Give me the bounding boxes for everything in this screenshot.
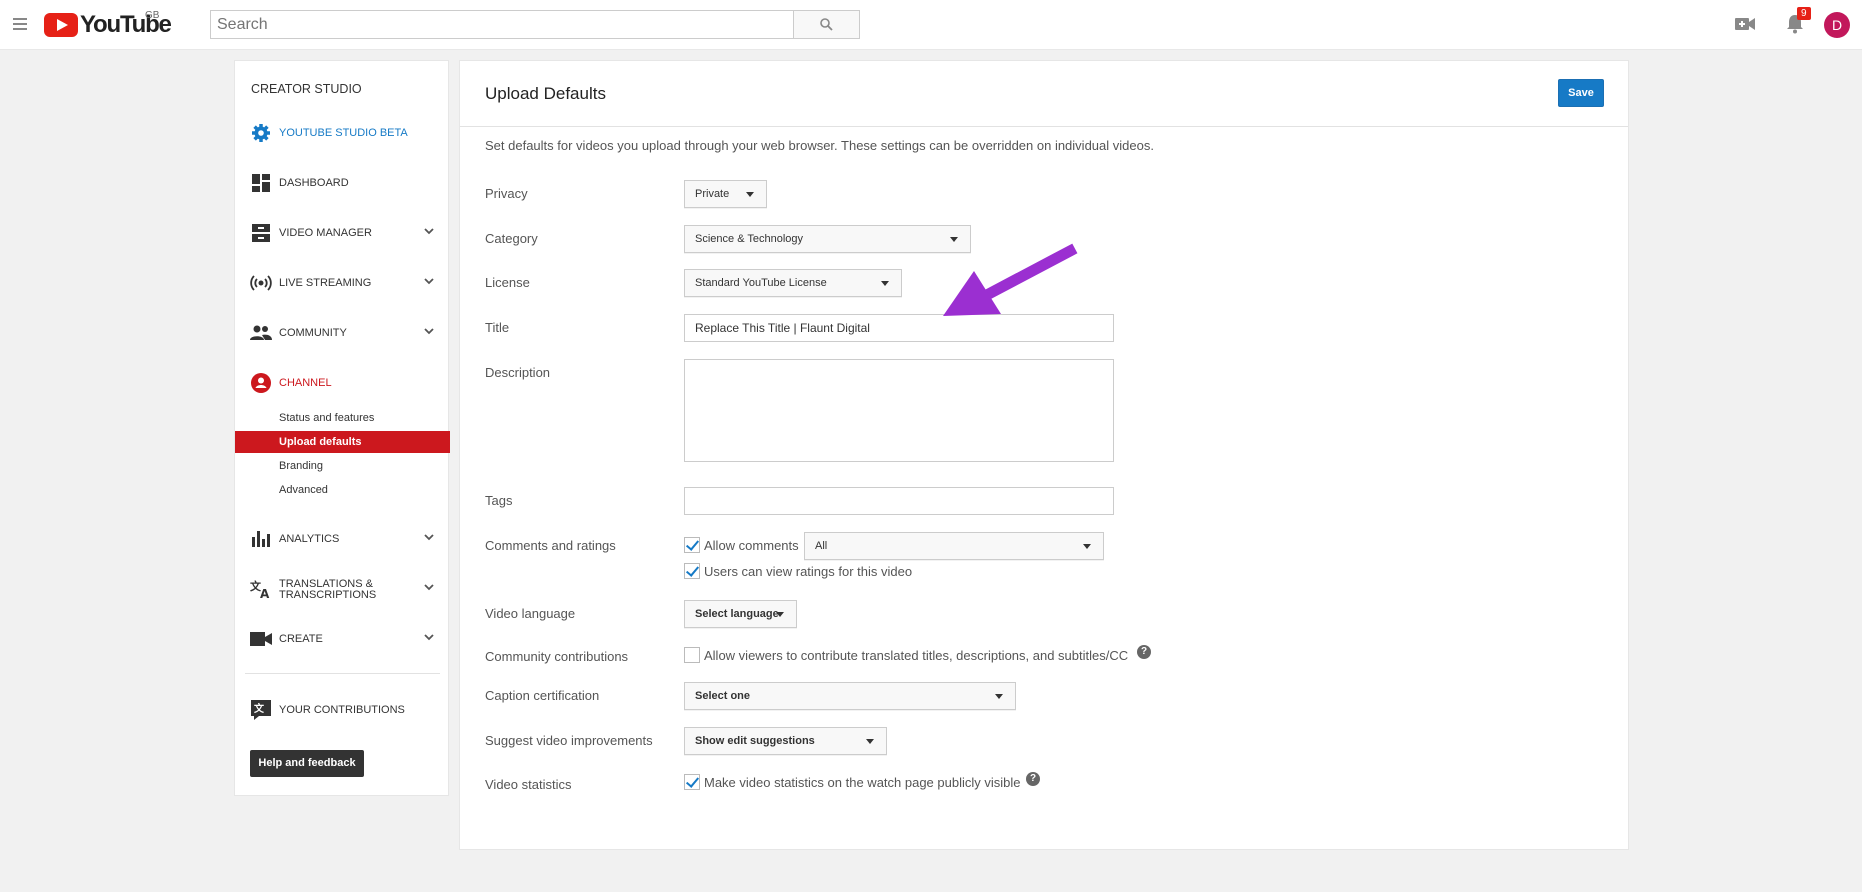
- search-button[interactable]: [793, 10, 860, 39]
- comments-label: Comments and ratings: [485, 538, 616, 553]
- statistics-checkbox[interactable]: [684, 774, 700, 790]
- top-bar: YouTube GB 9 D: [0, 0, 1862, 50]
- license-label: License: [485, 275, 530, 290]
- youtube-play-icon: [44, 13, 78, 37]
- sidebar-item-live-streaming[interactable]: LIVE STREAMING: [235, 268, 450, 298]
- sidebar-item-studio-beta[interactable]: YOUTUBE STUDIO BETA: [235, 118, 450, 148]
- chevron-down-icon[interactable]: [424, 583, 434, 591]
- caption-certification-dropdown[interactable]: Select one: [684, 682, 1016, 710]
- gear-icon: [250, 122, 272, 144]
- dashboard-icon: [250, 172, 272, 194]
- category-dropdown[interactable]: Science & Technology: [684, 225, 971, 253]
- license-dropdown[interactable]: Standard YouTube License: [684, 269, 902, 297]
- live-streaming-icon: [250, 272, 272, 294]
- suggest-improvements-dropdown[interactable]: Show edit suggestions: [684, 727, 887, 755]
- statistics-text: Make video statistics on the watch page …: [704, 775, 1021, 790]
- sidebar-item-create[interactable]: CREATE: [235, 624, 450, 654]
- help-icon[interactable]: ?: [1026, 772, 1040, 786]
- upload-defaults-panel: Upload Defaults Save Set defaults for vi…: [459, 60, 1629, 850]
- help-and-feedback-button[interactable]: Help and feedback: [250, 750, 364, 777]
- description-label: Description: [485, 365, 551, 380]
- chevron-down-icon[interactable]: [424, 533, 434, 541]
- chevron-down-icon[interactable]: [424, 327, 434, 335]
- video-language-dropdown[interactable]: Select language: [684, 600, 797, 628]
- comments-filter-dropdown[interactable]: All: [804, 532, 1104, 560]
- allow-comments-label: Allow comments: [704, 538, 799, 553]
- region-code: GB: [145, 10, 160, 21]
- svg-text:文: 文: [254, 702, 265, 715]
- sidebar-subitem-status-and-features[interactable]: Status and features: [235, 407, 450, 429]
- sidebar-item-label: VIDEO MANAGER: [279, 226, 372, 239]
- privacy-label: Privacy: [485, 186, 528, 201]
- chevron-down-icon[interactable]: [424, 277, 434, 285]
- svg-text:A: A: [260, 587, 270, 599]
- tags-input[interactable]: [684, 487, 1114, 515]
- create-icon: [250, 628, 272, 650]
- sidebar-item-label: ANALYTICS: [279, 532, 340, 545]
- chevron-down-icon[interactable]: [424, 227, 434, 235]
- analytics-icon: [250, 528, 272, 550]
- sidebar-item-analytics[interactable]: ANALYTICS: [235, 524, 450, 554]
- sidebar-item-label-line2: TRANSCRIPTIONS: [279, 589, 377, 601]
- sidebar-item-label: COMMUNITY: [279, 326, 347, 339]
- caption-label: Caption certification: [485, 688, 600, 703]
- community-label: Community contributions: [485, 649, 629, 664]
- help-icon[interactable]: ?: [1137, 645, 1151, 659]
- sidebar-item-label: DASHBOARD: [279, 176, 349, 189]
- view-ratings-label: Users can view ratings for this video: [704, 564, 913, 579]
- title-label: Title: [485, 320, 510, 335]
- sidebar-subitem-branding[interactable]: Branding: [235, 455, 450, 477]
- save-button[interactable]: Save: [1558, 79, 1604, 107]
- creator-studio-sidebar: CREATOR STUDIO YOUTUBE STUDIO BETA DASHB…: [234, 60, 450, 796]
- privacy-dropdown[interactable]: Private: [684, 180, 767, 208]
- channel-icon: [250, 372, 272, 394]
- notification-count-badge: 9: [1797, 7, 1811, 20]
- sidebar-item-label: LIVE STREAMING: [279, 276, 372, 289]
- sidebar-item-video-manager[interactable]: VIDEO MANAGER: [235, 218, 450, 248]
- statistics-label: Video statistics: [485, 777, 572, 792]
- suggest-label: Suggest video improvements: [485, 733, 653, 748]
- chevron-down-icon[interactable]: [424, 633, 434, 641]
- allow-comments-checkbox[interactable]: [684, 537, 700, 553]
- upload-video-icon[interactable]: [1735, 16, 1755, 32]
- annotation-arrow-icon: [943, 243, 1078, 316]
- sidebar-item-community[interactable]: COMMUNITY: [235, 318, 450, 348]
- avatar[interactable]: D: [1824, 12, 1850, 38]
- sidebar-item-channel[interactable]: CHANNEL: [235, 368, 450, 398]
- community-contributions-text: Allow viewers to contribute translated t…: [704, 648, 1129, 663]
- sidebar-item-label: YOUR CONTRIBUTIONS: [279, 703, 405, 716]
- sidebar-subitem-advanced[interactable]: Advanced: [235, 479, 450, 501]
- category-label: Category: [485, 231, 538, 246]
- description-textarea[interactable]: [684, 359, 1114, 462]
- header-divider: [460, 126, 1628, 127]
- intro-text: Set defaults for videos you upload throu…: [485, 138, 1154, 153]
- page-title: Upload Defaults: [485, 84, 606, 103]
- sidebar-item-label: CREATE: [279, 632, 323, 645]
- sidebar-divider: [245, 673, 440, 674]
- search-input[interactable]: [210, 10, 794, 39]
- community-contributions-checkbox[interactable]: [684, 647, 700, 663]
- sidebar-subitem-upload-defaults[interactable]: Upload defaults: [235, 431, 450, 453]
- sidebar-item-your-contributions[interactable]: 文 YOUR CONTRIBUTIONS: [235, 695, 450, 725]
- search-icon: [820, 18, 833, 31]
- sidebar-item-translations[interactable]: 文A TRANSLATIONS & TRANSCRIPTIONS: [235, 574, 450, 604]
- sidebar-item-label: CHANNEL: [279, 376, 332, 389]
- translate-icon: 文A: [250, 578, 272, 600]
- video-manager-icon: [250, 222, 272, 244]
- sidebar-item-dashboard[interactable]: DASHBOARD: [235, 168, 450, 198]
- tags-label: Tags: [485, 493, 513, 508]
- sidebar-item-label: YOUTUBE STUDIO BETA: [279, 126, 408, 139]
- contributions-icon: 文: [250, 699, 272, 721]
- menu-icon[interactable]: [13, 18, 27, 30]
- community-icon: [250, 322, 272, 344]
- view-ratings-checkbox[interactable]: [684, 563, 700, 579]
- sidebar-heading: CREATOR STUDIO: [251, 82, 362, 96]
- video-language-label: Video language: [485, 606, 576, 621]
